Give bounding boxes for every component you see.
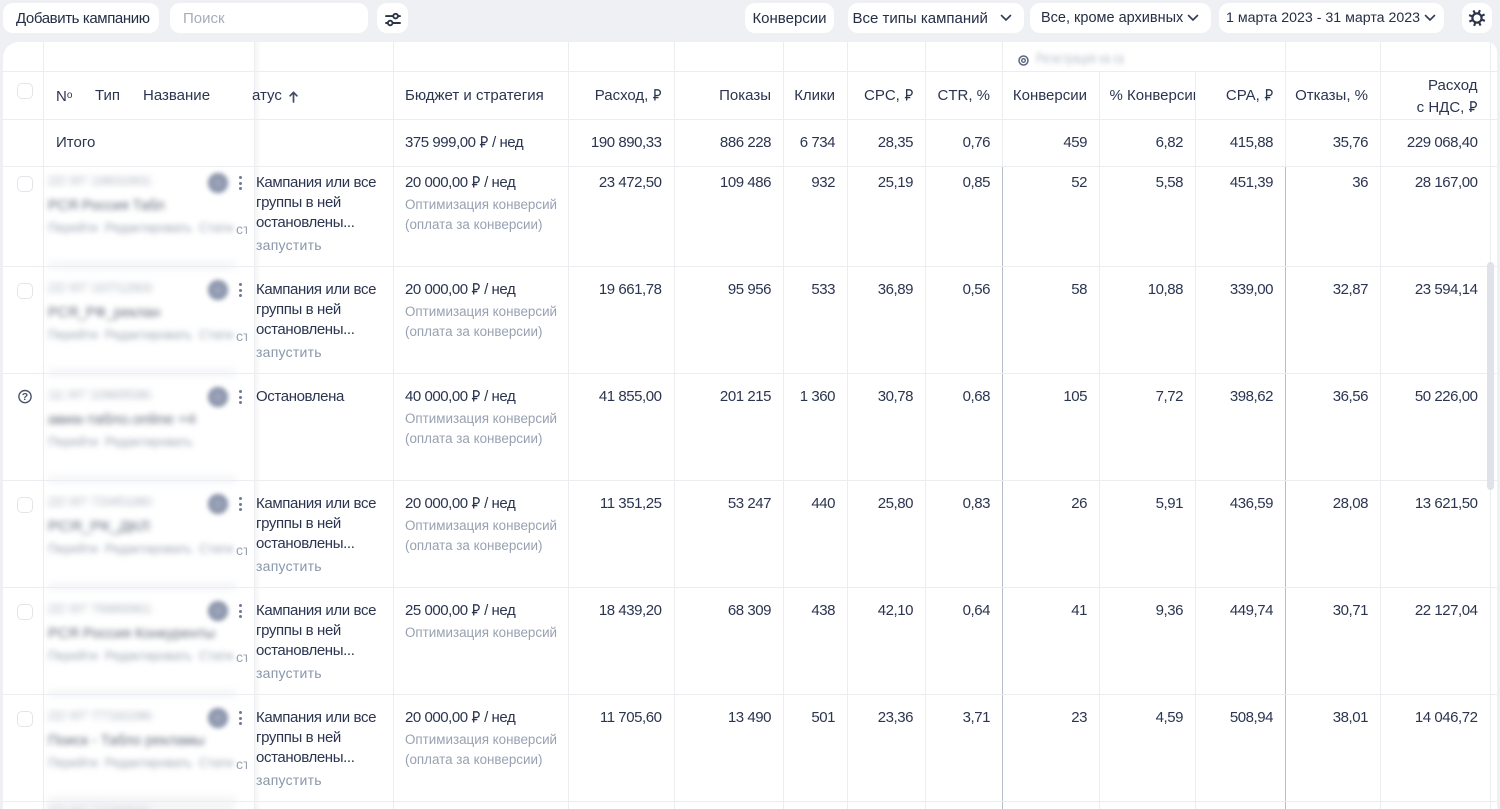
svg-text:?: ? bbox=[22, 391, 28, 403]
